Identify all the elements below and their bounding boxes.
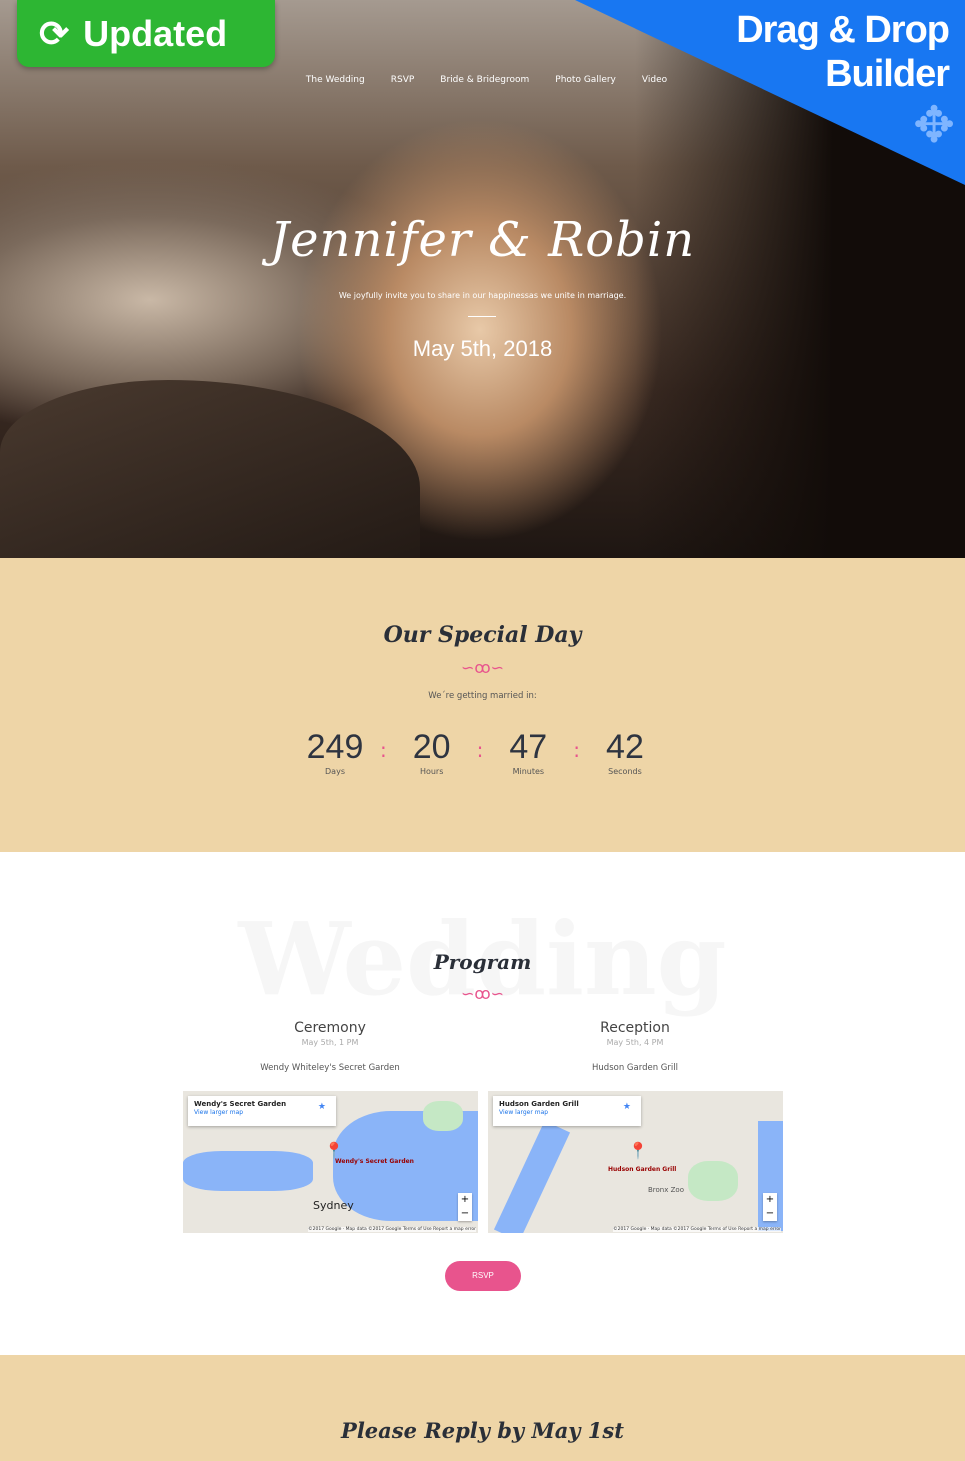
ceremony-info: Ceremony May 5th, 1 PM Wendy Whiteley's … <box>182 1020 478 1073</box>
refresh-icon: ⟳ <box>39 12 70 54</box>
nav-bride-bridegroom[interactable]: Bride & Bridegroom <box>440 75 529 85</box>
countdown-intro: We´re getting married in: <box>428 691 537 701</box>
promo-text: Drag & Drop Builder <box>736 8 950 96</box>
special-day-section <box>0 558 965 852</box>
nav-rsvp[interactable]: RSVP <box>391 75 415 85</box>
days-label: Days <box>325 767 345 776</box>
map-card: Hudson Garden Grill View larger map ★ <box>493 1096 641 1126</box>
map-zoom-controls[interactable]: + − <box>458 1193 472 1221</box>
countdown: 249 Days : 20 Hours : 47 Minutes : 42 Second… <box>300 728 660 776</box>
nav-photo-gallery[interactable]: Photo Gallery <box>555 75 616 85</box>
map-footer: ©2017 Google · Map data ©2017 Google Ter… <box>308 1227 476 1232</box>
hours-value: 20 <box>412 728 451 766</box>
badge-label: Updated <box>83 12 228 54</box>
flourish-icon: ∽ꝏ∽ <box>460 984 505 1003</box>
seconds-label: Seconds <box>608 767 642 776</box>
separator: : <box>379 738 387 762</box>
seconds-value: 42 <box>606 728 644 766</box>
reception-map[interactable]: 📍 Hudson Garden Grill Bronx Zoo Hudson G… <box>488 1091 783 1233</box>
map-zoom-controls[interactable]: + − <box>763 1193 777 1221</box>
program-title: Program <box>433 950 532 974</box>
star-icon[interactable]: ★ <box>623 1102 631 1112</box>
map-place: Hudson Garden Grill <box>499 1100 579 1108</box>
rsvp-button[interactable]: RSVP <box>445 1261 521 1291</box>
special-day-title: Our Special Day <box>383 622 582 648</box>
nav-video[interactable]: Video <box>642 75 667 85</box>
promo-line2: Builder <box>825 53 950 95</box>
event-name: Reception <box>600 1020 670 1036</box>
event-name: Ceremony <box>294 1020 366 1036</box>
separator: : <box>573 738 581 762</box>
days-value: 249 <box>306 728 364 766</box>
countdown-seconds: 42 Seconds <box>590 728 660 776</box>
map-footer: ©2017 Google · Map data ©2017 Google Ter… <box>613 1227 781 1232</box>
view-larger-map-link[interactable]: View larger map <box>194 1109 243 1116</box>
minutes-label: Minutes <box>512 767 545 776</box>
hero-title: Jennifer & Robin <box>269 212 696 268</box>
hero-subtitle: We joyfully invite you to share in our h… <box>338 291 627 300</box>
map-city: Bronx Zoo <box>648 1186 684 1194</box>
hero-date: May 5th, 2018 <box>412 336 553 361</box>
promo-line1: Drag & Drop <box>736 9 950 51</box>
event-venue: Hudson Garden Grill <box>592 1063 678 1073</box>
event-venue: Wendy Whiteley's Secret Garden <box>260 1063 400 1073</box>
move-arrows-icon: ✥ <box>913 96 955 154</box>
ceremony-map[interactable]: 📍 Wendy's Secret Garden Sydney Wendy's S… <box>183 1091 478 1233</box>
reply-section <box>0 1355 965 1461</box>
event-time: May 5th, 4 PM <box>606 1038 664 1047</box>
hero-divider <box>468 316 496 317</box>
hours-label: Hours <box>419 767 444 776</box>
hero-photo-shore <box>0 380 420 558</box>
countdown-hours: 20 Hours <box>397 728 467 776</box>
pin-label: Wendy's Secret Garden <box>335 1158 414 1165</box>
map-card: Wendy's Secret Garden View larger map ★ <box>188 1096 336 1126</box>
minutes-value: 47 <box>509 728 548 766</box>
star-icon[interactable]: ★ <box>318 1102 326 1112</box>
countdown-days: 249 Days <box>300 728 370 776</box>
countdown-minutes: 47 Minutes <box>493 728 563 776</box>
reception-info: Reception May 5th, 4 PM Hudson Garden Gr… <box>487 1020 783 1073</box>
flourish-icon: ∽ꝏ∽ <box>460 658 505 677</box>
separator: : <box>476 738 484 762</box>
map-city: Sydney <box>313 1199 354 1212</box>
event-time: May 5th, 1 PM <box>301 1038 359 1047</box>
updated-badge: ⟳ Updated <box>17 0 275 67</box>
map-place: Wendy's Secret Garden <box>194 1100 287 1108</box>
map-pin-icon: 📍 <box>628 1141 648 1160</box>
pin-label: Hudson Garden Grill <box>608 1166 677 1173</box>
reply-title: Please Reply by May 1st <box>341 1418 624 1443</box>
nav-the-wedding[interactable]: The Wedding <box>306 75 365 85</box>
view-larger-map-link[interactable]: View larger map <box>499 1109 548 1116</box>
